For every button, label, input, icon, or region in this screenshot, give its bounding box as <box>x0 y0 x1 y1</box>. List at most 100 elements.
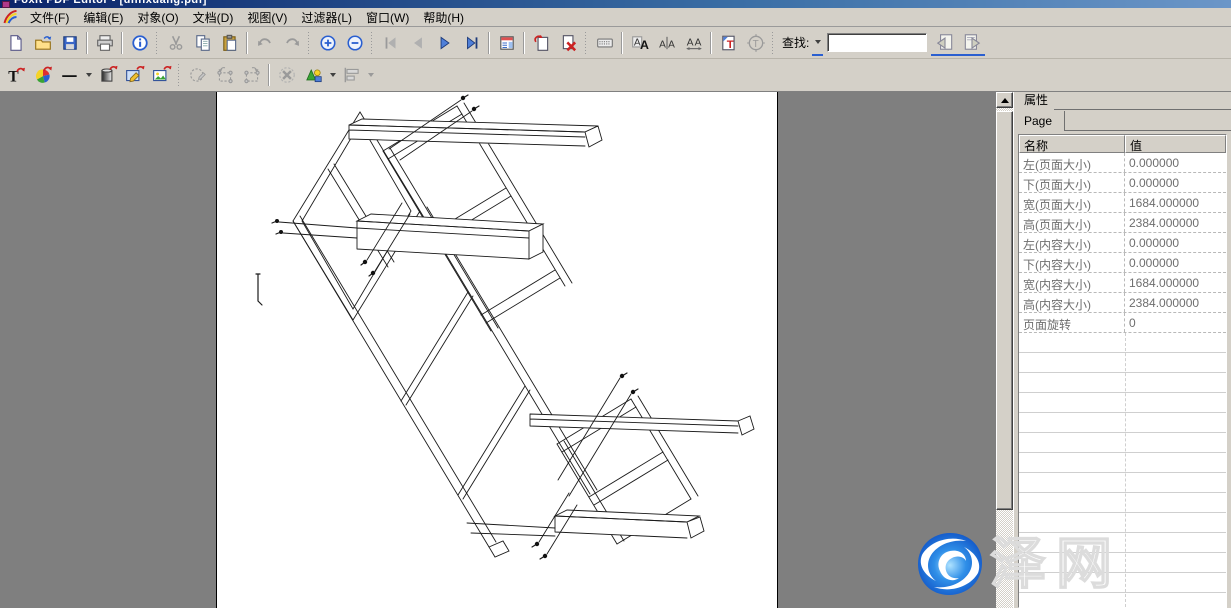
edit-image-icon <box>125 65 145 85</box>
vertical-scrollbar[interactable] <box>996 92 1013 608</box>
table-row[interactable]: 高(页面大小) 2384.000000 <box>1019 213 1226 233</box>
next-page-button[interactable] <box>431 30 458 56</box>
title-bar[interactable]: Foxit PDF Editor - [unfixuang.pdf] <box>0 0 1231 8</box>
toolbar-grip[interactable] <box>771 32 774 54</box>
table-row[interactable]: 宽(内容大小) 1684.000000 <box>1019 273 1226 293</box>
insert-shape-dropdown[interactable] <box>327 62 338 88</box>
paste-button[interactable] <box>216 30 243 56</box>
menu-object[interactable]: 对象(O) <box>130 7 185 28</box>
delete-page-button[interactable] <box>555 30 582 56</box>
menu-document[interactable]: 文档(D) <box>186 7 241 28</box>
line-style-button[interactable] <box>56 62 83 88</box>
toolbar-grip[interactable] <box>155 32 158 54</box>
virtual-keyboard-button[interactable] <box>591 30 618 56</box>
column-header-value[interactable]: 值 <box>1125 135 1226 153</box>
copy-button[interactable] <box>189 30 216 56</box>
table-row[interactable]: 高(内容大小) 2384.000000 <box>1019 293 1226 313</box>
save-icon <box>61 34 79 52</box>
separator <box>710 32 712 54</box>
insert-shape-button[interactable] <box>300 62 327 88</box>
font-width-button[interactable]: A A <box>680 30 707 56</box>
menu-view[interactable]: 视图(V) <box>240 7 294 28</box>
print-button[interactable] <box>91 30 118 56</box>
font-width-icon: A A <box>685 34 703 52</box>
prop-value[interactable]: 2384.000000 <box>1125 213 1226 232</box>
text-object-button[interactable]: T <box>715 30 742 56</box>
menu-edit[interactable]: 编辑(E) <box>76 7 130 28</box>
new-document-button[interactable] <box>2 30 29 56</box>
first-page-button[interactable] <box>377 30 404 56</box>
scrollbar-thumb[interactable] <box>996 111 1013 510</box>
table-row[interactable]: 下(页面大小) 0.000000 <box>1019 173 1226 193</box>
zoom-in-button[interactable] <box>314 30 341 56</box>
tab-page[interactable]: Page <box>1020 111 1065 131</box>
undo-button[interactable] <box>251 30 278 56</box>
add-image-icon <box>152 65 172 85</box>
find-input[interactable] <box>827 33 927 52</box>
edit-image-button[interactable] <box>121 62 148 88</box>
pdf-page-drawing <box>217 92 778 608</box>
open-file-button[interactable] <box>29 30 56 56</box>
separator <box>121 32 123 54</box>
font-replace-button[interactable]: A A <box>626 30 653 56</box>
table-row[interactable]: 宽(页面大小) 1684.000000 <box>1019 193 1226 213</box>
add-text-button[interactable]: T <box>2 62 29 88</box>
document-canvas[interactable] <box>0 92 996 608</box>
menu-filter[interactable]: 过滤器(L) <box>294 7 359 28</box>
last-page-button[interactable] <box>458 30 485 56</box>
font-spacing-button[interactable]: A A <box>653 30 680 56</box>
table-row[interactable]: 左(页面大小) 0.000000 <box>1019 153 1226 173</box>
toolbar-grip[interactable] <box>370 32 373 54</box>
prop-value[interactable]: 2384.000000 <box>1125 293 1226 312</box>
column-header-name[interactable]: 名称 <box>1019 135 1125 153</box>
transform-left-button[interactable] <box>211 62 238 88</box>
previous-page-button[interactable] <box>404 30 431 56</box>
pdf-page[interactable] <box>216 92 778 608</box>
redo-button[interactable] <box>278 30 305 56</box>
table-header: 名称 值 <box>1019 135 1226 153</box>
page-layout-button[interactable] <box>493 30 520 56</box>
add-color-button[interactable] <box>29 62 56 88</box>
add-gradient-icon <box>98 65 118 85</box>
scroll-up-button[interactable] <box>996 92 1013 108</box>
zoom-out-button[interactable] <box>341 30 368 56</box>
search-previous-button[interactable] <box>931 30 958 56</box>
table-row[interactable]: 左(内容大小) 0.000000 <box>1019 233 1226 253</box>
align-objects-button[interactable] <box>338 62 365 88</box>
svg-text:A: A <box>640 38 649 52</box>
delete-object-button[interactable] <box>273 62 300 88</box>
table-row[interactable]: 页面旋转 0 <box>1019 313 1226 333</box>
toolbar-grip[interactable] <box>307 32 310 54</box>
table-row[interactable]: 下(内容大小) 0.000000 <box>1019 253 1226 273</box>
save-button[interactable] <box>56 30 83 56</box>
transform-right-button[interactable] <box>238 62 265 88</box>
find-dropdown-button[interactable] <box>812 30 823 56</box>
prop-value[interactable]: 0.000000 <box>1125 253 1226 272</box>
document-info-button[interactable] <box>126 30 153 56</box>
chevron-down-icon <box>330 73 336 77</box>
app-icon <box>2 1 10 8</box>
align-objects-dropdown[interactable] <box>365 62 376 88</box>
text-object-icon: T <box>720 34 738 52</box>
line-style-dropdown[interactable] <box>83 62 94 88</box>
prop-value[interactable]: 0.000000 <box>1125 173 1226 192</box>
prop-value[interactable]: 1684.000000 <box>1125 193 1226 212</box>
menu-window[interactable]: 窗口(W) <box>359 7 416 28</box>
search-next-button[interactable] <box>958 30 985 56</box>
menu-file[interactable]: 文件(F) <box>23 7 76 28</box>
edit-object-button[interactable] <box>184 62 211 88</box>
copy-icon <box>194 34 212 52</box>
text-circle-button[interactable]: T <box>742 30 769 56</box>
toolbar-grip[interactable] <box>584 32 587 54</box>
toolbar-grip[interactable] <box>177 64 180 86</box>
cut-button[interactable] <box>162 30 189 56</box>
insert-page-button[interactable] <box>528 30 555 56</box>
prop-value[interactable]: 1684.000000 <box>1125 273 1226 292</box>
prop-value[interactable]: 0 <box>1125 313 1226 332</box>
prop-value[interactable]: 0.000000 <box>1125 153 1226 172</box>
menu-help[interactable]: 帮助(H) <box>416 7 471 28</box>
add-gradient-button[interactable] <box>94 62 121 88</box>
prop-value[interactable]: 0.000000 <box>1125 233 1226 252</box>
add-image-button[interactable] <box>148 62 175 88</box>
transform-right-icon <box>242 65 262 85</box>
